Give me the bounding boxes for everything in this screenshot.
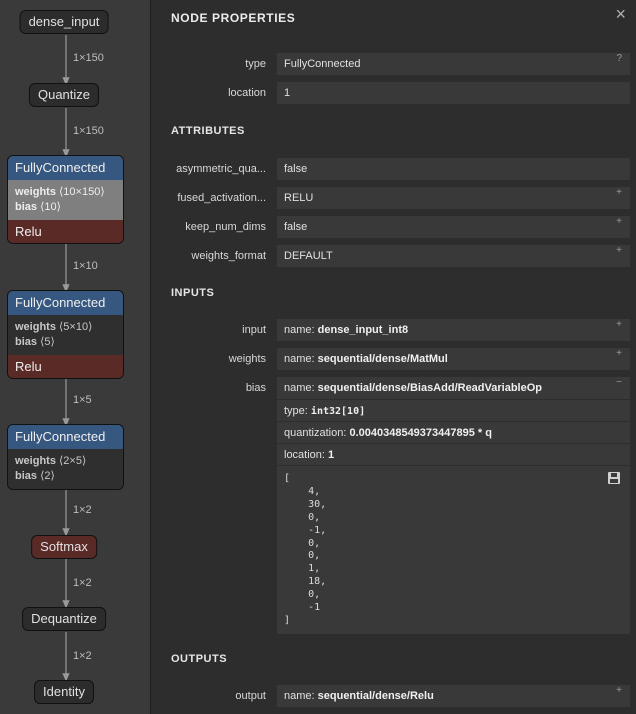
bias-label: bias: [15, 201, 38, 213]
edge-label-5: 1×2: [73, 504, 92, 516]
name-prefix: name:: [284, 353, 315, 365]
attr-keep-num-dims[interactable]: false +: [277, 216, 630, 238]
collapse-icon[interactable]: −: [616, 377, 622, 388]
name-prefix: name:: [284, 690, 315, 702]
location-field: 1: [277, 82, 630, 104]
output-name: sequential/dense/Relu: [317, 690, 434, 702]
type-label: type: [245, 58, 266, 70]
attr-label: weights_format: [191, 250, 266, 262]
node-attributes: weights ⟨5×10⟩ bias ⟨5⟩: [8, 315, 123, 355]
attributes-heading: ATTRIBUTES: [171, 125, 245, 137]
bias-input-field[interactable]: name: sequential/dense/BiasAdd/ReadVaria…: [277, 377, 630, 634]
activation-relu: Relu: [8, 220, 123, 243]
expand-icon[interactable]: +: [616, 319, 622, 330]
input-label: input: [242, 324, 266, 336]
output-field[interactable]: name: sequential/dense/Relu +: [277, 685, 630, 707]
expand-icon[interactable]: +: [616, 216, 622, 227]
node-title: FullyConnected: [8, 425, 123, 449]
bias-label: bias: [15, 470, 38, 482]
attr-weights-format[interactable]: DEFAULT +: [277, 245, 630, 267]
bias-type-value: int32[10]: [310, 406, 366, 417]
input-name: dense_input_int8: [317, 324, 409, 336]
weights-shape: ⟨5×10⟩: [59, 321, 93, 333]
type-value: FullyConnected: [284, 58, 361, 70]
bias-tensor-values: [ 4, 30, 0, -1, 0, 0, 1, 18, 0, -1 ]: [277, 465, 630, 634]
tensor-text: [ 4, 30, 0, -1, 0, 0, 1, 18, 0, -1 ]: [284, 473, 327, 626]
bias-type-prefix: type:: [284, 405, 308, 417]
node-attributes: weights ⟨10×150⟩ bias ⟨10⟩: [8, 180, 123, 220]
expand-icon[interactable]: +: [616, 187, 622, 198]
bias-quantization-prefix: quantization:: [284, 427, 347, 439]
node-dequantize[interactable]: Dequantize: [22, 607, 106, 631]
weights-shape: ⟨10×150⟩: [59, 186, 105, 198]
attr-label: keep_num_dims: [185, 221, 266, 233]
attr-value: RELU: [284, 192, 314, 204]
graph-view[interactable]: dense_input 1×150 Quantize 1×150 FullyCo…: [0, 0, 150, 714]
node-title: FullyConnected: [8, 291, 123, 315]
bias-shape: ⟨10⟩: [40, 201, 61, 213]
edge-label-1: 1×150: [73, 52, 104, 64]
attr-value: false: [284, 221, 308, 233]
node-quantize[interactable]: Quantize: [28, 83, 100, 107]
outputs-heading: OUTPUTS: [171, 653, 228, 665]
inputs-heading: INPUTS: [171, 287, 215, 299]
edge-label-7: 1×2: [73, 650, 92, 662]
location-value: 1: [284, 87, 291, 99]
weights-label: weights: [15, 321, 56, 333]
attr-value: false: [284, 163, 308, 175]
name-prefix: name:: [284, 382, 315, 394]
attr-asymmetric-quantize: false: [277, 158, 630, 180]
weights-label: weights: [15, 186, 56, 198]
name-prefix: name:: [284, 324, 315, 336]
bias-shape: ⟨2⟩: [40, 470, 55, 482]
node-identity[interactable]: Identity: [34, 680, 94, 704]
edge-label-6: 1×2: [73, 577, 92, 589]
save-icon[interactable]: [608, 472, 620, 484]
activation-relu: Relu: [8, 355, 123, 378]
input-field[interactable]: name: dense_input_int8 +: [277, 319, 630, 341]
attr-value: DEFAULT: [284, 250, 333, 262]
attr-fused-activation[interactable]: RELU +: [277, 187, 630, 209]
attr-label: fused_activation...: [177, 192, 266, 204]
weights-input-name: sequential/dense/MatMul: [317, 353, 448, 365]
bias-label: bias: [15, 336, 38, 348]
bias-quantization-value: 0.0040348549373447895 * q: [349, 427, 492, 439]
bias-location-prefix: location:: [284, 449, 325, 461]
bias-location-value: 1: [328, 449, 335, 461]
edge-label-2: 1×150: [73, 125, 104, 137]
help-icon[interactable]: ?: [616, 53, 622, 64]
expand-icon[interactable]: +: [616, 348, 622, 359]
bias-input-label: bias: [245, 382, 266, 394]
output-label: output: [235, 690, 266, 702]
weights-input-label: weights: [228, 353, 266, 365]
node-title: FullyConnected: [8, 156, 123, 180]
edge-label-4: 1×5: [73, 394, 92, 406]
close-icon[interactable]: ×: [615, 4, 626, 25]
expand-icon[interactable]: +: [616, 685, 622, 696]
location-label: location: [228, 87, 266, 99]
weights-label: weights: [15, 455, 56, 467]
attr-label: asymmetric_qua...: [176, 163, 266, 175]
weights-shape: ⟨2×5⟩: [59, 455, 87, 467]
node-fully-connected-2[interactable]: FullyConnected weights ⟨5×10⟩ bias ⟨5⟩ R…: [7, 290, 124, 379]
bias-input-name: sequential/dense/BiasAdd/ReadVariableOp: [317, 382, 542, 394]
node-softmax[interactable]: Softmax: [31, 535, 97, 559]
edge-label-3: 1×10: [73, 260, 98, 272]
node-fully-connected-1[interactable]: FullyConnected weights ⟨10×150⟩ bias ⟨10…: [7, 155, 124, 244]
panel-title: NODE PROPERTIES: [171, 11, 296, 25]
node-attributes: weights ⟨2×5⟩ bias ⟨2⟩: [8, 449, 123, 489]
node-dense-input[interactable]: dense_input: [19, 10, 109, 34]
type-field[interactable]: FullyConnected ?: [277, 53, 630, 75]
node-properties-panel: NODE PROPERTIES × type FullyConnected ? …: [150, 0, 636, 714]
weights-input-field[interactable]: name: sequential/dense/MatMul +: [277, 348, 630, 370]
expand-icon[interactable]: +: [616, 245, 622, 256]
bias-shape: ⟨5⟩: [40, 336, 55, 348]
node-fully-connected-3[interactable]: FullyConnected weights ⟨2×5⟩ bias ⟨2⟩: [7, 424, 124, 490]
